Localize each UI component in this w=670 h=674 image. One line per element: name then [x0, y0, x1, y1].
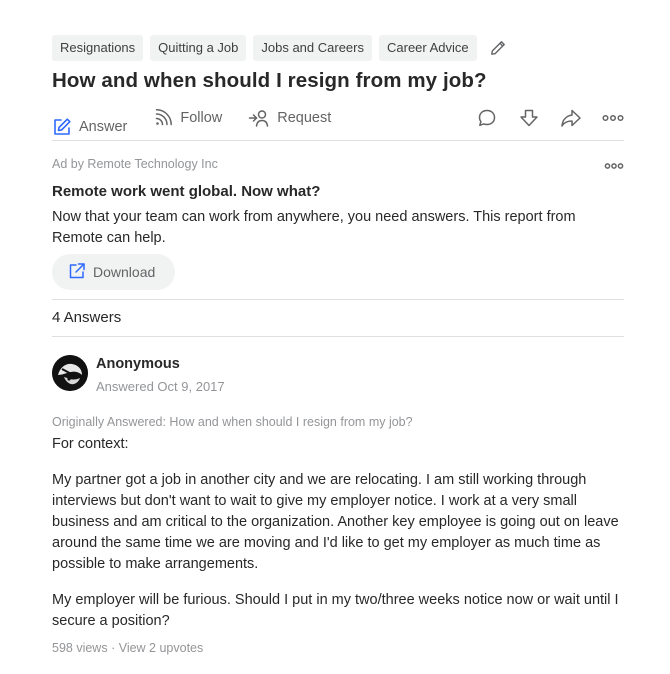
view-count: 598 views	[52, 641, 108, 655]
sponsored-ad: Ad by Remote Technology Inc Remote work …	[52, 141, 624, 300]
answer-meta: 598 views · View 2 upvotes	[52, 641, 624, 655]
answers-count[interactable]: 4 Answers	[52, 300, 624, 337]
more-icon[interactable]	[604, 157, 624, 175]
request-user-icon	[248, 108, 270, 128]
question-title[interactable]: How and when should I resign from my job…	[52, 67, 624, 95]
follow-signal-icon	[153, 108, 173, 128]
comment-icon[interactable]	[476, 107, 498, 129]
more-icon[interactable]	[602, 107, 624, 129]
download-label: Download	[93, 264, 156, 280]
external-link-icon	[68, 262, 86, 283]
topic-chip[interactable]: Resignations	[52, 35, 144, 61]
pencil-icon[interactable]	[490, 39, 508, 57]
answer-label: Answer	[79, 118, 128, 135]
question-page: Resignations Quitting a Job Jobs and Car…	[52, 35, 624, 655]
request-label: Request	[277, 110, 332, 126]
author-name[interactable]: Anonymous	[96, 355, 225, 373]
answer-item: Anonymous Answered Oct 9, 2017 Originall…	[52, 337, 624, 655]
topic-chip[interactable]: Jobs and Careers	[253, 35, 372, 61]
answer-paragraph: For context:	[52, 436, 129, 452]
view-upvotes-link[interactable]: View 2 upvotes	[119, 641, 204, 655]
share-icon[interactable]	[560, 107, 582, 129]
meta-separator: ·	[107, 641, 119, 655]
ad-title[interactable]: Remote work went global. Now what?	[52, 182, 624, 202]
answer-date[interactable]: Answered Oct 9, 2017	[96, 378, 225, 396]
originally-answered[interactable]: Originally Answered: How and when should…	[52, 413, 624, 431]
ad-sponsor[interactable]: Ad by Remote Technology Inc	[52, 155, 624, 173]
answer-author: Anonymous Answered Oct 9, 2017	[52, 354, 624, 396]
topic-chip[interactable]: Career Advice	[379, 35, 477, 61]
answer-button[interactable]: Answer	[52, 100, 127, 137]
answer-body: For context: My partner got a job in ano…	[52, 434, 624, 632]
answer-paragraph: My partner got a job in another city and…	[52, 472, 619, 572]
follow-button[interactable]: Follow	[153, 108, 222, 128]
topic-list: Resignations Quitting a Job Jobs and Car…	[52, 35, 624, 61]
avatar[interactable]	[52, 355, 88, 391]
answer-paragraph: My employer will be furious. Should I pu…	[52, 592, 619, 629]
topic-chip[interactable]: Quitting a Job	[150, 35, 247, 61]
follow-label: Follow	[180, 110, 223, 126]
answer-pen-icon	[52, 117, 72, 137]
question-action-bar: Answer Follow Request	[52, 100, 624, 141]
request-button[interactable]: Request	[248, 108, 331, 128]
downvote-icon[interactable]	[518, 107, 540, 129]
download-button[interactable]: Download	[52, 254, 176, 290]
ad-text: Now that your team can work from anywher…	[52, 209, 576, 246]
